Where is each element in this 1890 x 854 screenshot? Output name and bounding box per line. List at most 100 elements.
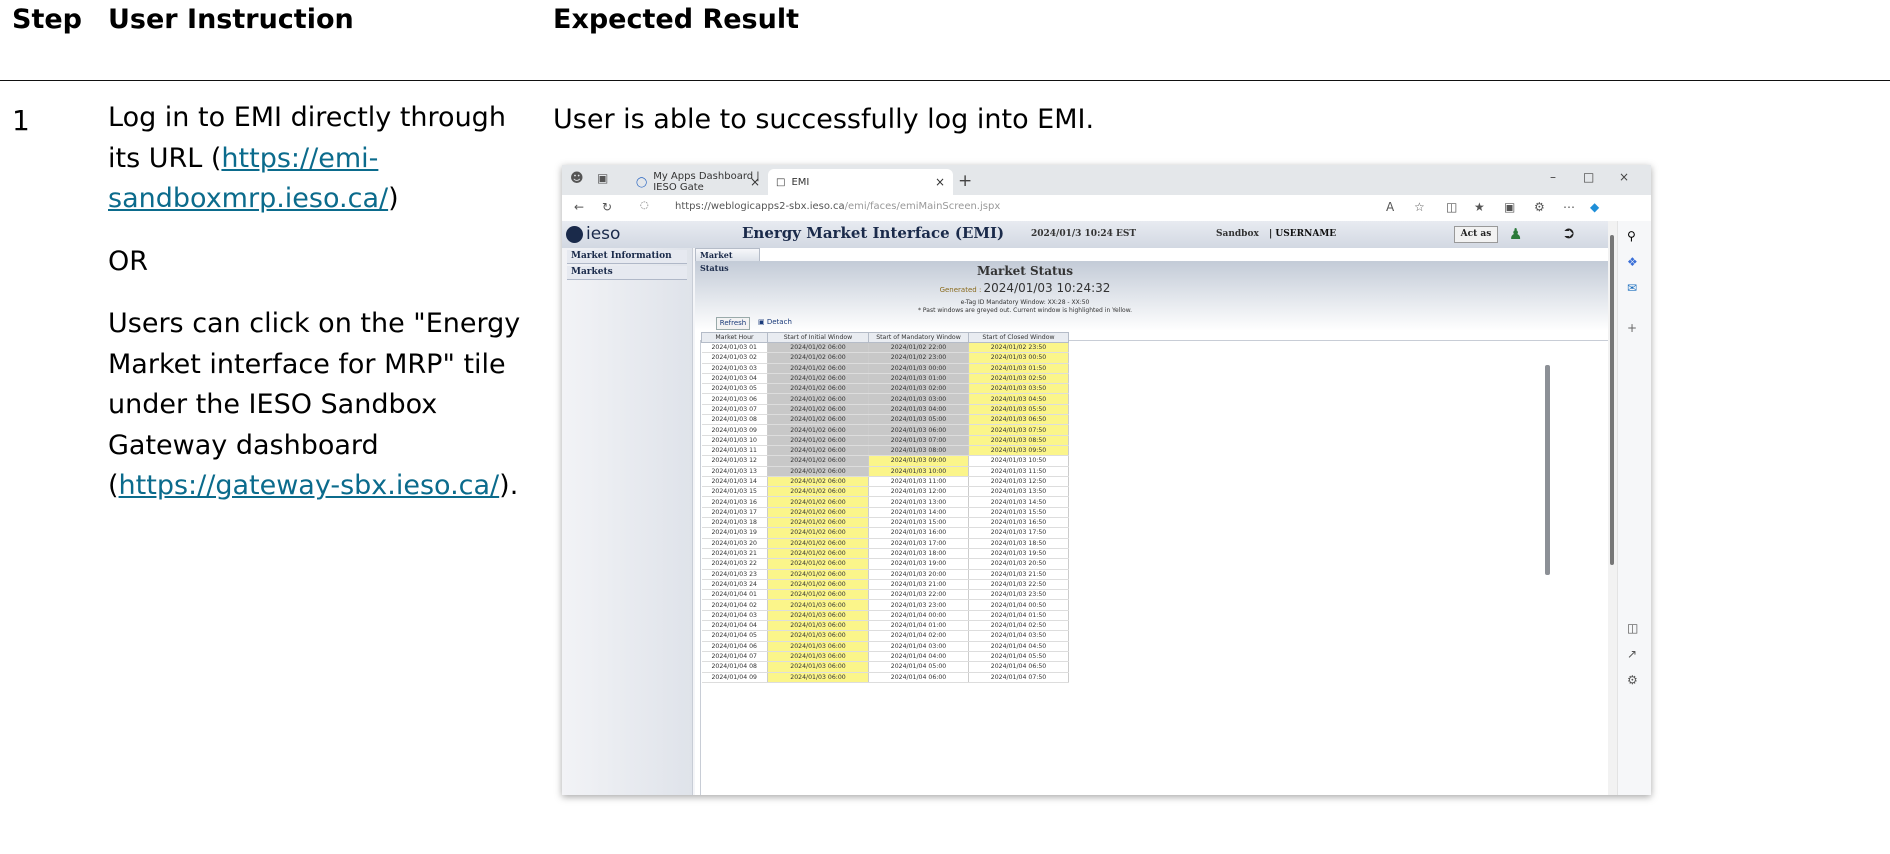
- minimize-icon[interactable]: –: [1550, 170, 1556, 184]
- logo-text: ieso: [586, 224, 621, 244]
- browser-tab-emi[interactable]: □ EMI ×: [768, 169, 953, 195]
- table-cell: 2024/01/03 07: [701, 404, 768, 416]
- note-legend: * Past windows are greyed out. Current w…: [918, 307, 1132, 314]
- profile-icon[interactable]: ☻: [570, 171, 584, 186]
- table-cell: 2024/01/04 01:00: [868, 620, 969, 632]
- close-icon[interactable]: ×: [935, 175, 945, 189]
- table-cell: 2024/01/02 06:00: [767, 455, 869, 467]
- scroll-thumb[interactable]: [1545, 365, 1550, 575]
- table-cell: 2024/01/03 02:00: [868, 383, 969, 395]
- tab-actions-icon[interactable]: ▣: [597, 171, 608, 185]
- act-as-button[interactable]: Act as: [1454, 226, 1498, 243]
- table-cell: 2024/01/03 15: [701, 486, 768, 498]
- sidebar-panel-icon[interactable]: ◫: [1627, 621, 1638, 635]
- table-cell: 2024/01/03 00:00: [868, 363, 969, 374]
- table-row: 2024/01/03 21 2024/01/02 06:00 2024/01/03 …: [701, 548, 1069, 560]
- table-cell: 2024/01/03 03:50: [968, 383, 1069, 395]
- table-row: 2024/01/03 03 2024/01/02 06:00 2024/01/03 …: [701, 363, 1069, 374]
- gateway-url-link[interactable]: https://gateway-sbx.ieso.ca/: [119, 470, 500, 501]
- table-cell: 2024/01/03 19:50: [968, 548, 1069, 560]
- table-cell: 2024/01/02 06:00: [767, 527, 869, 539]
- edge-sidebar: ⚲ ❖ ✉ + ◫ ↗ ⚙: [1617, 221, 1651, 795]
- table-row: 2024/01/04 01 2024/01/02 06:00 2024/01/03 …: [701, 589, 1069, 601]
- table-row: 2024/01/03 13 2024/01/02 06:00 2024/01/03 …: [701, 466, 1069, 477]
- table-cell: 2024/01/04 05:00: [868, 661, 969, 673]
- favorites-icon[interactable]: ★: [1474, 200, 1485, 214]
- column-header[interactable]: Start of Mandatory Window: [868, 332, 969, 343]
- users-icon[interactable]: ♟: [1509, 225, 1522, 243]
- table-cell: 2024/01/02 06:00: [767, 363, 869, 374]
- more-icon[interactable]: ⋯: [1563, 200, 1575, 214]
- table-row: 2024/01/03 15 2024/01/02 06:00 2024/01/03 …: [701, 486, 1069, 498]
- table-scrollbar[interactable]: [1545, 348, 1550, 787]
- back-icon[interactable]: ←: [574, 200, 584, 214]
- search-icon[interactable]: ⚲: [1627, 229, 1636, 243]
- table-cell: 2024/01/04 05:50: [968, 651, 1069, 663]
- detach-icon: ▣: [758, 318, 765, 326]
- outlook-icon[interactable]: ✉: [1627, 281, 1637, 295]
- table-cell: 2024/01/04 02: [701, 599, 768, 611]
- page-title: Market Status: [976, 264, 1074, 278]
- table-cell: 2024/01/03 21:00: [868, 579, 969, 591]
- table-row: 2024/01/03 24 2024/01/02 06:00 2024/01/03 …: [701, 579, 1069, 591]
- table-cell: 2024/01/02 06:00: [767, 342, 869, 354]
- table-cell: 2024/01/03 11:50: [968, 466, 1069, 477]
- table-cell: 2024/01/03 13:50: [968, 486, 1069, 498]
- open-external-icon[interactable]: ↗: [1627, 647, 1637, 661]
- settings-icon[interactable]: ⚙: [1627, 673, 1638, 687]
- collections-icon[interactable]: ▣: [1504, 200, 1515, 214]
- table-cell: 2024/01/03 06:00: [767, 672, 869, 683]
- table-row: 2024/01/03 09 2024/01/02 06:00 2024/01/03 …: [701, 424, 1069, 436]
- refresh-icon[interactable]: ↻: [602, 200, 612, 214]
- generated-value: 2024/01/03 10:24:32: [983, 281, 1111, 295]
- favorite-icon[interactable]: ☆: [1414, 200, 1425, 214]
- table-cell: 2024/01/03 17:50: [968, 527, 1069, 539]
- username-label: | USERNAME: [1269, 229, 1337, 239]
- add-icon[interactable]: +: [1627, 321, 1637, 335]
- table-cell: 2024/01/03 12: [701, 455, 768, 467]
- table-cell: 2024/01/02 06:00: [767, 579, 869, 591]
- refresh-button[interactable]: Refresh: [716, 317, 750, 330]
- app-date: 2024/01/3 10:24 EST: [1031, 229, 1137, 239]
- table-cell: 2024/01/03 23:00: [868, 599, 969, 611]
- sidebar: Market Information Markets: [562, 248, 693, 795]
- table-cell: 2024/01/03 06:00: [767, 620, 869, 632]
- sidebar-item-market-information[interactable]: Market Information: [567, 250, 687, 264]
- table-row: 2024/01/04 03 2024/01/03 06:00 2024/01/04 …: [701, 610, 1069, 622]
- table-cell: 2024/01/03 08: [701, 414, 768, 426]
- detach-label: Detach: [766, 318, 792, 326]
- maximize-icon[interactable]: □: [1583, 170, 1594, 184]
- url-field[interactable]: https://weblogicapps2-sbx.ieso.ca/emi/fa…: [675, 201, 1000, 212]
- read-aloud-icon[interactable]: A: [1386, 200, 1394, 214]
- column-header[interactable]: Start of Closed Window: [968, 332, 1069, 343]
- table-cell: 2024/01/02 06:00: [767, 445, 869, 457]
- table-cell: 2024/01/04 06:00: [868, 672, 969, 683]
- close-window-icon[interactable]: ×: [1619, 170, 1629, 184]
- table-cell: 2024/01/03 03: [701, 363, 768, 374]
- table-row: 2024/01/03 19 2024/01/02 06:00 2024/01/03 …: [701, 527, 1069, 539]
- close-icon[interactable]: ×: [750, 175, 760, 189]
- shopping-icon[interactable]: ❖: [1627, 255, 1638, 269]
- column-header[interactable]: Start of Initial Window: [767, 332, 869, 343]
- sidebar-item-markets[interactable]: Markets: [567, 266, 687, 280]
- split-screen-icon[interactable]: ◫: [1446, 200, 1457, 214]
- table-cell: 2024/01/02 06:00: [767, 548, 869, 560]
- logout-icon[interactable]: ➲: [1562, 223, 1575, 242]
- table-cell: 2024/01/03 04:50: [968, 393, 1069, 405]
- table-cell: 2024/01/03 12:00: [868, 486, 969, 498]
- copilot-icon[interactable]: ◆: [1590, 200, 1599, 214]
- extensions-icon[interactable]: ⚙: [1534, 200, 1545, 214]
- table-cell: 2024/01/03 16:00: [868, 527, 969, 539]
- detach-button[interactable]: ▣ Detach: [758, 318, 792, 326]
- column-header[interactable]: Market Hour: [701, 332, 768, 343]
- table-cell: 2024/01/03 15:00: [868, 517, 969, 529]
- new-tab-icon[interactable]: +: [958, 171, 972, 191]
- table-cell: 2024/01/02 06:00: [767, 435, 869, 446]
- table-row: 2024/01/03 12 2024/01/02 06:00 2024/01/03 …: [701, 455, 1069, 467]
- scroll-thumb[interactable]: [1610, 235, 1614, 565]
- table-cell: 2024/01/03 06:00: [767, 651, 869, 663]
- table-cell: 2024/01/02 06:00: [767, 496, 869, 508]
- browser-tab-my-apps[interactable]: ◯ My Apps Dashboard | IESO Gate ×: [628, 169, 768, 195]
- page-scrollbar[interactable]: [1608, 221, 1617, 795]
- tab-market-status[interactable]: Market Status: [695, 248, 760, 273]
